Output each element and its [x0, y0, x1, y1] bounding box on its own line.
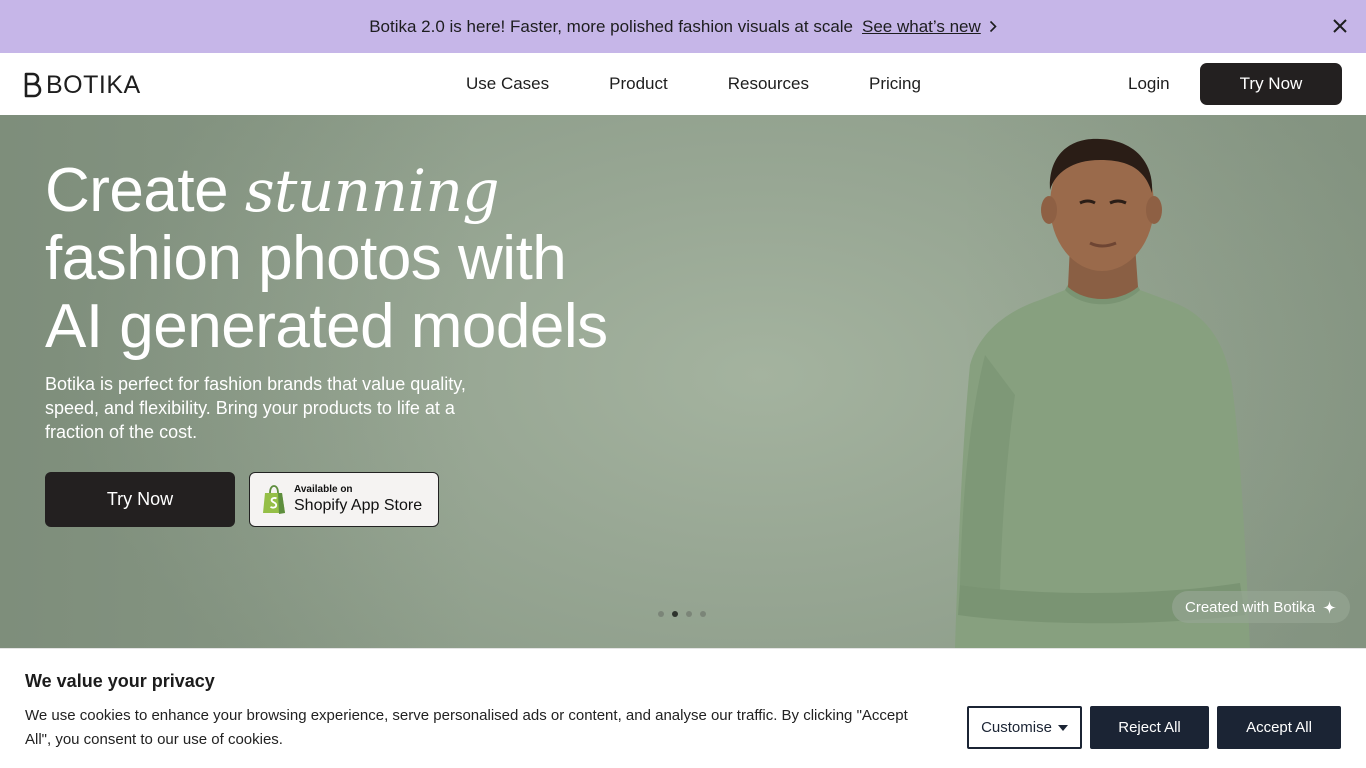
customise-label: Customise — [981, 719, 1052, 736]
hero-subtitle: Botika is perfect for fashion brands tha… — [45, 374, 466, 442]
nav-link-pricing[interactable]: Pricing — [869, 74, 921, 94]
hero-section: Create stunning fashion photos with AI g… — [0, 115, 1366, 648]
try-now-hero-button[interactable]: Try Now — [45, 472, 235, 527]
headline-create: Create — [45, 156, 245, 225]
shopify-label: Available on Shopify App Store — [294, 484, 422, 516]
see-whats-new-link[interactable]: See what’s new — [862, 17, 981, 37]
shopify-app-store-button[interactable]: Available on Shopify App Store — [249, 472, 439, 527]
botika-logo[interactable]: BOTIKA — [24, 71, 141, 99]
cookie-consent-banner: We value your privacy We use cookies to … — [0, 648, 1366, 768]
top-navigation: BOTIKA Use Cases Product Resources Prici… — [0, 53, 1366, 115]
shopify-app-store-text: Shopify App Store — [294, 496, 423, 514]
model-photo — [955, 138, 1250, 648]
nav-links: Use Cases Product Resources Pricing — [466, 53, 921, 115]
cookie-title: We value your privacy — [25, 671, 215, 691]
reject-all-button[interactable]: Reject All — [1090, 706, 1209, 749]
carousel-dot-3[interactable] — [686, 611, 692, 617]
announcement-bar: Botika 2.0 is here! Faster, more polishe… — [0, 0, 1366, 53]
accept-all-button[interactable]: Accept All — [1217, 706, 1341, 749]
sparkle-icon — [1323, 600, 1337, 614]
nav-link-product[interactable]: Product — [609, 74, 668, 94]
logo-wordmark: BOTIKA — [46, 70, 141, 99]
carousel-dots — [658, 611, 714, 617]
shopify-available-on: Available on — [294, 483, 353, 495]
shopify-bag-icon — [263, 484, 285, 514]
carousel-dot-2[interactable] — [672, 611, 678, 617]
headline-stunning: stunning — [244, 157, 500, 225]
close-icon[interactable] — [1330, 16, 1350, 36]
headline-line-2: fashion photos with — [45, 224, 567, 293]
headline-line-3: AI generated models — [45, 292, 608, 361]
nav-link-resources[interactable]: Resources — [728, 74, 809, 94]
created-with-botika-badge: Created with Botika — [1172, 591, 1351, 623]
caret-down-icon — [1057, 724, 1068, 731]
nav-link-use-cases[interactable]: Use Cases — [466, 74, 549, 94]
hero-headline: Create stunning fashion photos with AI g… — [45, 157, 608, 361]
customise-button[interactable]: Customise — [967, 706, 1082, 749]
carousel-dot-4[interactable] — [700, 611, 706, 617]
carousel-dot-1[interactable] — [658, 611, 664, 617]
login-link[interactable]: Login — [1128, 74, 1170, 94]
try-now-nav-button[interactable]: Try Now — [1200, 63, 1342, 105]
badge-label: Created with Botika — [1185, 598, 1316, 616]
cookie-text: We use cookies to enhance your browsing … — [25, 707, 908, 748]
headline-line-1: Create stunning — [45, 156, 608, 226]
announcement-message: Botika 2.0 is here! Faster, more polishe… — [369, 16, 854, 36]
chevron-right-icon[interactable] — [989, 20, 997, 33]
botika-logo-icon — [24, 72, 42, 98]
